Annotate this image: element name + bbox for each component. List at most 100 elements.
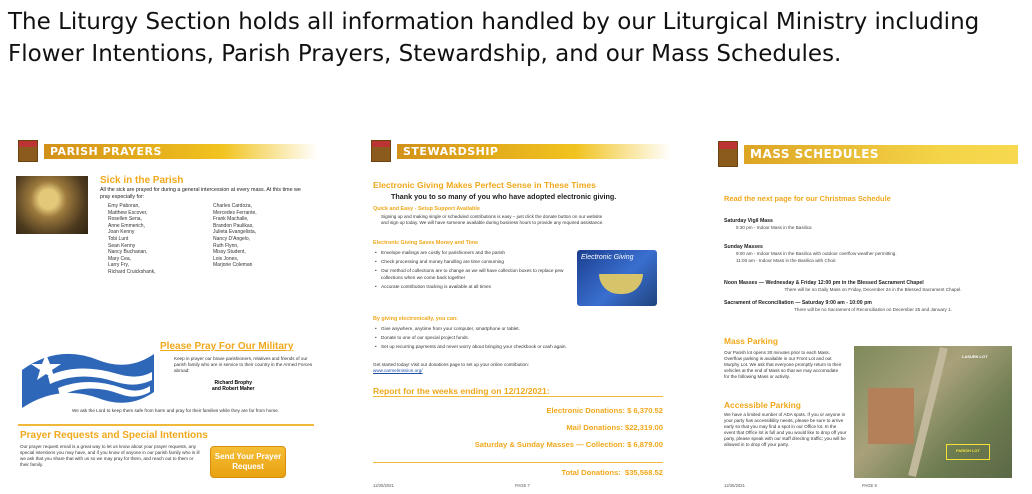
quick-title: Quick and Easy - Setup Support Available — [373, 206, 480, 212]
sick-name: Ruth Flynn, — [213, 242, 239, 249]
basilica-building — [868, 388, 914, 444]
divider — [373, 462, 663, 463]
intro-paragraph: The Liturgy Section holds all informatio… — [8, 9, 980, 67]
parish-seal-icon — [18, 140, 38, 162]
stewardship-title: Electronic Giving Makes Perfect Sense in… — [373, 180, 596, 190]
military-name: and Robert Maher — [212, 386, 255, 393]
banner-title: MASS SCHEDULES — [744, 144, 1018, 164]
sick-name: Sean Kenny — [108, 242, 136, 249]
egift-label: Electronic Giving — [581, 254, 634, 261]
sick-name: Missy Student, — [213, 249, 246, 256]
bullet-item: Set up recurring payments and never worr… — [375, 344, 655, 350]
page-banner: STEWARDSHIP — [365, 140, 671, 162]
report-title: Report for the weeks ending on 12/12/202… — [373, 386, 550, 396]
bullet-item: Our method of collections are to change … — [375, 268, 575, 280]
thank-you-line: Thank you to so many of you who have ado… — [391, 192, 617, 201]
divider — [18, 424, 314, 426]
sick-name: Frank Machalle, — [213, 216, 249, 223]
parish-prayers-page[interactable]: PARISH PRAYERS Sick in the Parish All th… — [12, 140, 318, 490]
donation-row: Saturday & Sunday Masses — Collection: $… — [475, 440, 663, 449]
total-label: Total Donations: — [561, 468, 621, 477]
sick-name: Joan Kenny — [108, 229, 135, 236]
donation-amount: $ 6,879.00 — [627, 440, 663, 449]
page-banner: PARISH PRAYERS — [12, 140, 318, 162]
sick-name: Charles Cardoza, — [213, 203, 252, 209]
requests-body: Our prayer request email is a great way … — [20, 444, 200, 467]
sick-names-list: Emy Paboran, Charles Cardoza, Matthew Esco… — [108, 203, 308, 276]
chapel-photo — [16, 176, 88, 234]
donation-label: Electronic Donations: — [546, 406, 625, 415]
sick-name: Tobi Lunt — [108, 235, 129, 242]
reconciliation-note: There will be no Sacrament of Reconcilia… — [794, 307, 952, 312]
bullet-item: Envelope mailings are costly for parishi… — [375, 250, 575, 256]
parking-map-image: LASUEN LOT PARISH LOT — [854, 346, 1012, 478]
christmas-note: Read the next page for our Christmas Sch… — [724, 194, 891, 203]
sick-name: Anne Emmerich, — [108, 222, 145, 229]
vigil-line: 5:30 pm - Indoor Mass in the Basilica — [736, 225, 812, 230]
donation-amount: $ 6,370.52 — [627, 406, 663, 415]
sick-name: Rosellen Sena, — [108, 216, 142, 223]
footer-page: PAGE 8 — [862, 483, 877, 488]
divider — [373, 396, 663, 397]
banner-title: PARISH PRAYERS — [44, 143, 318, 159]
mass-schedules-page[interactable]: MASS SCHEDULES Read the next page for ou… — [712, 140, 1018, 490]
can-title: By giving electronically, you can: — [373, 316, 458, 322]
road — [908, 346, 948, 478]
donation-amount: $22,319.00 — [624, 423, 663, 432]
sick-name — [213, 269, 308, 276]
donation-row: Mail Donations: $22,319.00 — [566, 423, 663, 432]
stewardship-page[interactable]: STEWARDSHIP Electronic Giving Makes Perf… — [365, 140, 671, 490]
collection-bowl-icon — [599, 274, 643, 294]
footer-page: PAGE 7 — [515, 483, 530, 488]
saves-title: Electronic Giving Saves Money and Time — [373, 240, 479, 246]
bullet-item: Accurate contribution tracking is availa… — [375, 284, 575, 290]
sick-title: Sick in the Parish — [100, 175, 184, 186]
requests-title: Prayer Requests and Special Intentions — [20, 430, 208, 441]
can-list: Give anywhere, anytime from your compute… — [375, 326, 655, 354]
get-started: Get started today! Visit our donations p… — [373, 362, 633, 374]
sick-name: Lois Jones, — [213, 255, 239, 262]
banner-title: STEWARDSHIP — [397, 143, 671, 159]
sick-name: Julieta Evangelista, — [213, 229, 257, 236]
donations-link[interactable]: www.carmelmission.org/ — [373, 368, 423, 373]
send-prayer-request-button[interactable]: Send Your Prayer Request — [210, 446, 286, 478]
accessible-body: We have a limited number of ADA spots. I… — [724, 412, 847, 447]
sick-intro: All the sick are prayed for during a gen… — [100, 187, 301, 200]
sick-name: Larry Fry, — [108, 262, 130, 269]
sick-name: Matthew Escover, — [108, 209, 148, 216]
footer-date: 12/25/2021 — [373, 483, 394, 488]
page-banner: MASS SCHEDULES — [712, 140, 1018, 168]
sick-name: Richard Cruickshank, — [108, 268, 156, 275]
map-label: LASUEN LOT — [962, 354, 988, 359]
sick-name: Mercedes Ferrante, — [213, 209, 257, 216]
reconciliation-section: Sacrament of Reconciliation — Saturday 9… — [724, 300, 1010, 313]
quick-body: Signing up and making single or schedule… — [381, 214, 604, 225]
bullet-item: Give anywhere, anytime from your compute… — [375, 326, 655, 332]
flag-icon — [22, 353, 154, 408]
sunday-section: Sunday Masses 9:00 am - Indoor Mass in t… — [724, 244, 1010, 264]
parish-seal-icon — [718, 141, 738, 167]
parking-title: Mass Parking — [724, 336, 778, 346]
sunday-line: 11:00 am - Indoor Mass in the Basilica w… — [736, 258, 837, 263]
noon-note: There will be no Daily Mass on Friday, D… — [784, 287, 962, 292]
military-close: We ask the Lord to keep them safe from h… — [72, 408, 279, 413]
electronic-giving-graphic: Electronic Giving — [577, 250, 657, 306]
map-label: PARISH LOT — [946, 444, 990, 460]
bullet-item: Donate to one of our special project fun… — [375, 335, 655, 341]
accessible-title: Accessible Parking — [724, 400, 801, 410]
donation-label: Mail Donations: — [566, 423, 623, 432]
total-donations: Total Donations: $35,568.52 — [561, 468, 663, 477]
sick-name: Emy Paboran, — [108, 203, 140, 209]
bullet-item: Check processing and money handling are … — [375, 259, 575, 265]
footer-date: 12/25/2021 — [724, 483, 745, 488]
military-names: Richard Brophy and Robert Maher — [212, 380, 255, 393]
donation-row: Electronic Donations: $ 6,370.52 — [546, 406, 663, 415]
sick-name: Marjorie Coleman — [213, 262, 253, 269]
parking-body: Our Parish lot opens 30 minutes prior to… — [724, 350, 842, 379]
total-amount: $35,568.52 — [624, 468, 663, 477]
sick-name: Brandon Paulikas, — [213, 222, 254, 229]
sick-name: Mary Cea, — [108, 255, 132, 262]
parish-seal-icon — [371, 140, 391, 162]
get-started-text: Get started today! Visit our donations p… — [373, 362, 529, 367]
military-title: Please Pray For Our Military — [160, 341, 294, 352]
